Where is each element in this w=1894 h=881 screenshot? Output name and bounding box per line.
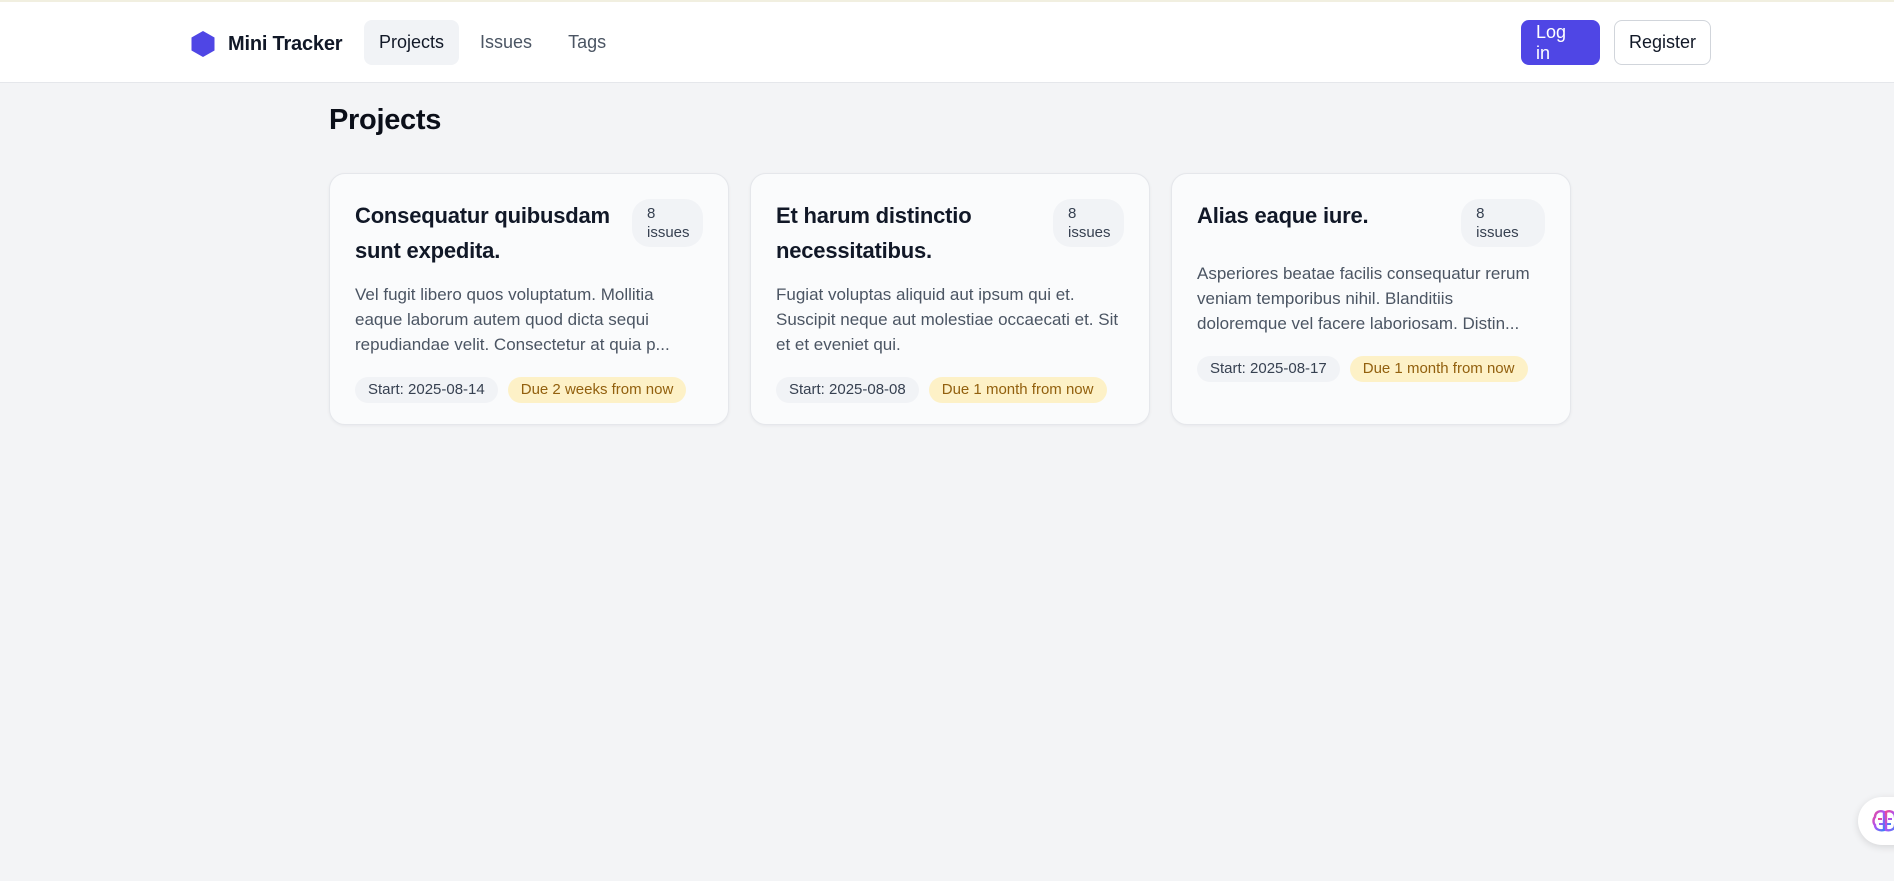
brand[interactable]: Mini Tracker	[190, 29, 343, 59]
brain-icon	[1872, 810, 1894, 832]
project-card[interactable]: Alias eaque iure. 8 issues Asperiores be…	[1171, 173, 1571, 425]
nav-link-tags[interactable]: Tags	[553, 20, 621, 65]
project-title[interactable]: Consequatur quibusdam sunt expedita.	[355, 198, 625, 268]
project-badges: Start: 2025-08-08 Due 1 month from now	[776, 377, 1124, 403]
project-description: Asperiores beatae facilis consequatur re…	[1197, 264, 1530, 333]
main-nav: Projects Issues Tags	[364, 20, 621, 65]
start-date-badge: Start: 2025-08-08	[776, 377, 919, 403]
issues-count-badge: 8 issues	[1461, 199, 1545, 247]
due-date-badge: Due 1 month from now	[928, 377, 1107, 403]
project-title[interactable]: Et harum distinctio necessitatibus.	[776, 198, 1046, 268]
brand-name: Mini Tracker	[228, 32, 343, 55]
project-badges: Start: 2025-08-17 Due 1 month from now	[1197, 356, 1545, 382]
issues-count-badge: 8 issues	[1053, 199, 1124, 247]
project-badges: Start: 2025-08-14 Due 2 weeks from now	[355, 377, 703, 403]
nav-link-projects[interactable]: Projects	[364, 20, 460, 65]
page-title: Projects	[329, 104, 442, 136]
project-cards: Consequatur quibusdam sunt expedita. 8 i…	[329, 173, 1571, 425]
start-date-badge: Start: 2025-08-14	[355, 377, 498, 403]
project-card[interactable]: Consequatur quibusdam sunt expedita. 8 i…	[329, 173, 729, 425]
card-header: Alias eaque iure. 8 issues	[1197, 198, 1545, 247]
project-description: Fugiat voluptas aliquid aut ipsum qui et…	[776, 285, 1119, 354]
hexagon-icon	[191, 31, 215, 57]
due-date-badge: Due 1 month from now	[1349, 356, 1528, 382]
floating-assistant-button[interactable]	[1858, 797, 1894, 845]
nav-link-issues[interactable]: Issues	[465, 20, 547, 65]
card-header: Consequatur quibusdam sunt expedita. 8 i…	[355, 198, 703, 268]
auth-actions: Log in Register	[1521, 20, 1711, 65]
card-header: Et harum distinctio necessitatibus. 8 is…	[776, 198, 1124, 268]
project-description: Vel fugit libero quos voluptatum. Mollit…	[355, 285, 670, 354]
login-button[interactable]: Log in	[1521, 20, 1600, 65]
due-date-badge: Due 2 weeks from now	[507, 377, 687, 403]
project-card[interactable]: Et harum distinctio necessitatibus. 8 is…	[750, 173, 1150, 425]
register-button[interactable]: Register	[1614, 20, 1711, 65]
start-date-badge: Start: 2025-08-17	[1197, 356, 1340, 382]
top-navbar: Mini Tracker Projects Issues Tags Log in…	[0, 2, 1894, 83]
issues-count-badge: 8 issues	[632, 199, 703, 247]
project-title[interactable]: Alias eaque iure.	[1197, 198, 1461, 233]
